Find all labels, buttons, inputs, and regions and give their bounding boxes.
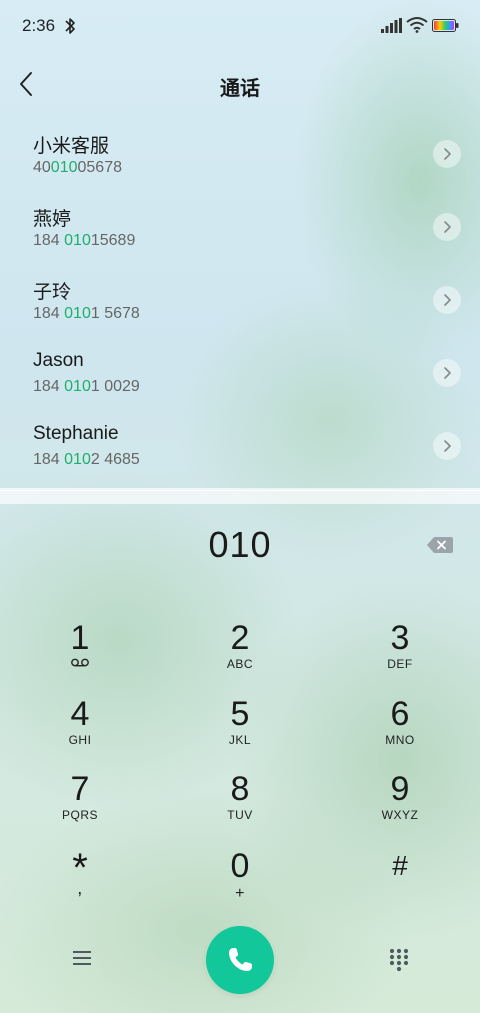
number-match: 010 — [64, 378, 91, 395]
key-digit: 4 — [70, 695, 90, 733]
key-digit: 8 — [230, 770, 250, 808]
key-hash[interactable]: # — [340, 848, 460, 918]
chevron-right-icon — [444, 148, 451, 160]
list-item-contact[interactable]: 小米客服 4001005678 — [0, 118, 480, 191]
contact-name: 小米客服 — [33, 136, 110, 157]
chevron-right-icon — [444, 221, 451, 233]
header: 通话 — [0, 60, 480, 110]
key-digit: 3 — [390, 619, 410, 657]
key-letters: + — [235, 885, 245, 902]
backspace-icon — [427, 537, 453, 553]
key-digit: # — [392, 850, 408, 881]
key-letters: DEF — [387, 657, 413, 671]
dialpad-toggle-button[interactable] — [388, 948, 410, 972]
call-button[interactable] — [206, 926, 274, 994]
battery-icon — [432, 19, 459, 32]
contact-number: 4001005678 — [33, 159, 122, 176]
key-3[interactable]: 3 DEF — [340, 620, 460, 690]
detail-button[interactable] — [433, 140, 461, 168]
chevron-right-icon — [444, 294, 451, 306]
voicemail-icon — [71, 658, 89, 667]
number-match: 010 — [64, 232, 91, 249]
key-digit: 9 — [390, 770, 410, 808]
key-6[interactable]: 6 MNO — [340, 696, 460, 766]
menu-icon — [73, 951, 91, 965]
divider — [0, 490, 480, 491]
key-letters: WXYZ — [381, 808, 419, 822]
page-title: 通话 — [220, 78, 260, 100]
key-0[interactable]: 0 + — [180, 848, 300, 918]
key-star[interactable]: * , — [20, 848, 140, 918]
detail-button[interactable] — [433, 213, 461, 241]
key-letters: TUV — [227, 808, 253, 822]
key-digit: 0 — [230, 847, 250, 885]
contact-list: 小米客服 4001005678 燕婷 184 01015689 子玲 184 0… — [0, 118, 480, 490]
key-letters: , — [77, 878, 83, 898]
number-match: 010 — [64, 305, 91, 322]
key-8[interactable]: 8 TUV — [180, 771, 300, 841]
dial-input[interactable]: 010 — [0, 524, 480, 574]
contact-number: 184 0101 0029 — [33, 378, 140, 395]
phone-icon — [229, 948, 252, 971]
list-item-contact[interactable]: 子玲 184 0101 5678 — [0, 264, 480, 337]
key-5[interactable]: 5 JKL — [180, 696, 300, 766]
key-9[interactable]: 9 WXYZ — [340, 771, 460, 841]
wifi-icon — [406, 17, 428, 33]
key-digit: 5 — [230, 695, 250, 733]
chevron-right-icon — [444, 440, 451, 452]
key-4[interactable]: 4 GHI — [20, 696, 140, 766]
contact-name: Stephanie — [33, 423, 119, 444]
menu-button[interactable] — [70, 948, 94, 968]
key-digit: 7 — [70, 770, 90, 808]
list-item-contact[interactable]: Stephanie 184 0102 4685 — [0, 410, 480, 483]
detail-button[interactable] — [433, 432, 461, 460]
list-item-contact[interactable]: Jason 184 0101 0029 — [0, 337, 480, 410]
key-letters: MNO — [385, 733, 415, 747]
number-match: 010 — [64, 451, 91, 468]
status-bar: 2:36 — [0, 0, 480, 52]
dialpad-icon — [389, 948, 409, 972]
key-1[interactable]: 1 — [20, 620, 140, 690]
bluetooth-icon — [65, 18, 75, 34]
list-item-contact[interactable]: 燕婷 184 01015689 — [0, 191, 480, 264]
contact-number: 184 01015689 — [33, 232, 136, 249]
key-letters: JKL — [228, 733, 252, 747]
contact-number: 184 0102 4685 — [33, 451, 140, 468]
contact-name: 子玲 — [33, 282, 72, 303]
status-time: 2:36 — [22, 16, 56, 35]
detail-button[interactable] — [433, 359, 461, 387]
number-match: 010 — [50, 159, 78, 176]
signal-icon — [381, 18, 402, 33]
key-letters: ABC — [226, 657, 254, 671]
key-digit: 6 — [390, 695, 410, 733]
key-7[interactable]: 7 PQRS — [20, 771, 140, 841]
key-digit: 2 — [230, 619, 250, 657]
contact-name: Jason — [33, 350, 84, 371]
contact-name: 燕婷 — [33, 209, 72, 230]
key-digit: 1 — [70, 619, 90, 657]
chevron-right-icon — [444, 367, 451, 379]
detail-button[interactable] — [433, 286, 461, 314]
contact-number: 184 0101 5678 — [33, 305, 140, 322]
key-letters: PQRS — [61, 808, 98, 822]
key-2[interactable]: 2 ABC — [180, 620, 300, 690]
key-letters: GHI — [68, 733, 92, 747]
backspace-button[interactable] — [426, 534, 454, 556]
